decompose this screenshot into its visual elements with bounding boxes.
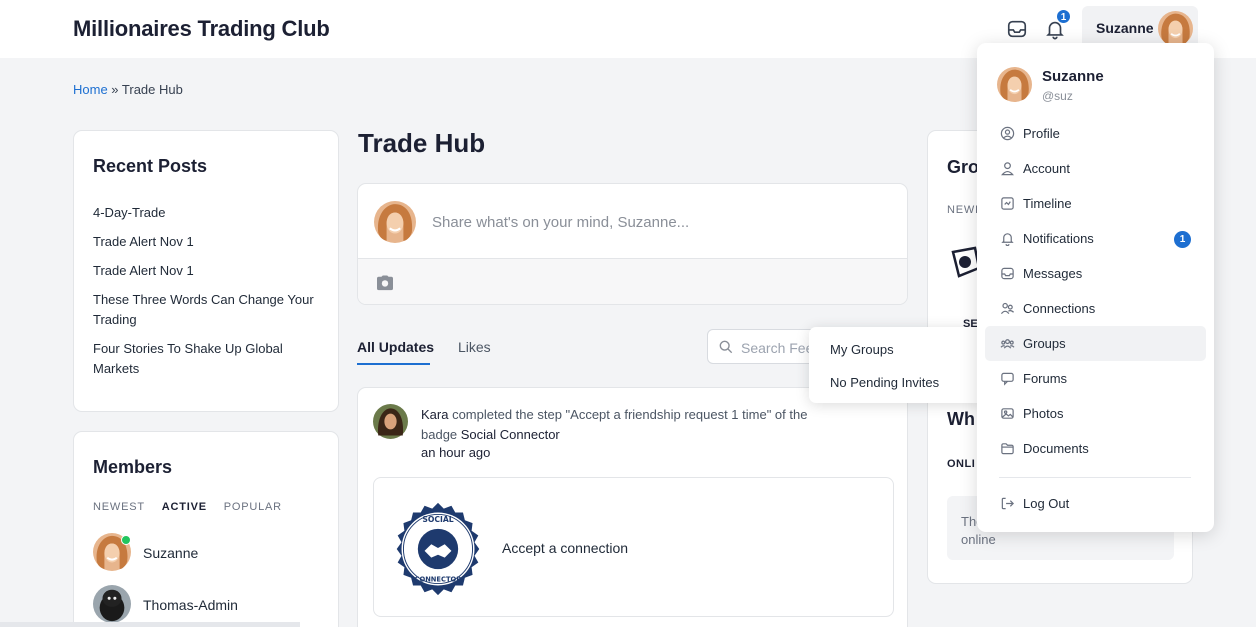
user-dropdown-menu: Suzanne @suz Profile Account Timeline No… — [977, 43, 1214, 532]
menu-divider — [999, 477, 1191, 478]
member-name: Suzanne — [143, 545, 199, 561]
submenu-my-groups[interactable]: My Groups — [830, 342, 894, 357]
members-widget: Members NEWEST ACTIVE POPULAR Suzanne Th… — [73, 431, 339, 627]
menu-item-logout[interactable]: Log Out — [985, 486, 1206, 521]
recent-post-link[interactable]: These Three Words Can Change Your Tradin… — [93, 290, 325, 330]
composer-toolbar — [358, 258, 907, 304]
submenu-pending-invites[interactable]: No Pending Invites — [830, 375, 939, 390]
breadcrumb: Home » Trade Hub — [73, 82, 183, 97]
avatar — [1158, 11, 1193, 46]
members-title: Members — [93, 457, 173, 477]
timeline-icon — [1001, 197, 1014, 210]
breadcrumb-current: Trade Hub — [121, 82, 183, 97]
post-composer[interactable]: Share what's on your mind, Suzanne... — [357, 183, 908, 305]
menu-item-label: Profile — [1023, 126, 1060, 141]
page-title: Trade Hub — [358, 128, 486, 158]
groups-submenu: My Groups No Pending Invites — [809, 327, 986, 403]
menu-item-photos[interactable]: Photos — [985, 396, 1206, 431]
whos-online-title: Wh — [947, 409, 975, 429]
bell-icon — [1001, 233, 1014, 246]
inbox-icon[interactable] — [1006, 18, 1028, 40]
menu-item-groups[interactable]: Groups — [985, 326, 1206, 361]
breadcrumb-home-link[interactable]: Home — [73, 82, 108, 97]
activity-user-link[interactable]: Kara — [421, 407, 448, 422]
breadcrumb-separator: » — [107, 82, 122, 97]
camera-icon[interactable] — [376, 275, 394, 291]
member-item[interactable]: Suzanne — [93, 533, 323, 573]
recent-posts-list: 4-Day-Trade Trade Alert Nov 1 Trade Aler… — [93, 203, 325, 388]
groups-widget-title: Gro — [947, 157, 980, 177]
search-icon — [719, 340, 733, 354]
recent-post-link[interactable]: 4-Day-Trade — [93, 203, 325, 223]
avatar — [374, 201, 416, 243]
badge-label[interactable]: Accept a connection — [502, 540, 628, 556]
menu-item-label: Log Out — [1023, 496, 1070, 511]
scroll-edge — [0, 622, 300, 627]
online-tab[interactable]: ONLI — [947, 458, 975, 470]
user-circle-icon — [1000, 126, 1015, 141]
members-tab-popular[interactable]: POPULAR — [224, 501, 282, 513]
recent-posts-widget: Recent Posts 4-Day-Trade Trade Alert Nov… — [73, 130, 339, 412]
recent-post-link[interactable]: Trade Alert Nov 1 — [93, 261, 325, 281]
menu-item-label: Photos — [1023, 406, 1064, 421]
chat-icon — [1001, 372, 1014, 386]
avatar[interactable] — [373, 404, 408, 439]
menu-item-label: Notifications — [1023, 231, 1094, 246]
menu-item-connections[interactable]: Connections — [985, 291, 1206, 326]
menu-item-label: Timeline — [1023, 196, 1072, 211]
badge-ring-text-top: SOCIAL — [422, 515, 453, 524]
site-title[interactable]: Millionaires Trading Club — [73, 16, 330, 42]
menu-user-name[interactable]: Suzanne — [1042, 68, 1104, 85]
activity-badge-link[interactable]: Social Connector — [461, 427, 560, 442]
member-name: Thomas-Admin — [143, 597, 238, 613]
groups-icon — [1000, 339, 1015, 349]
notifications-count-badge: 1 — [1174, 231, 1191, 248]
recent-post-link[interactable]: Four Stories To Shake Up Global Markets — [93, 339, 325, 379]
connections-icon — [1000, 302, 1014, 315]
social-connector-badge-icon: SOCIAL CONNECTOR — [396, 502, 480, 596]
logout-icon — [1001, 497, 1014, 510]
members-tab-active[interactable]: ACTIVE — [162, 501, 207, 513]
recent-post-link[interactable]: Trade Alert Nov 1 — [93, 232, 325, 252]
tab-all-updates[interactable]: All Updates — [357, 339, 434, 355]
avatar[interactable] — [997, 67, 1032, 102]
menu-item-profile[interactable]: Profile — [985, 116, 1206, 151]
menu-item-messages[interactable]: Messages — [985, 256, 1206, 291]
menu-item-label: Connections — [1023, 301, 1096, 316]
menu-user-handle: @suz — [1042, 89, 1073, 103]
menu-item-notifications[interactable]: Notifications 1 — [985, 221, 1206, 256]
user-name: Suzanne — [1096, 20, 1154, 36]
user-icon — [1001, 162, 1014, 176]
member-item[interactable]: Thomas-Admin — [93, 585, 323, 625]
image-icon — [1001, 408, 1014, 419]
activity-text: Kara completed the step "Accept a friend… — [421, 405, 831, 445]
menu-item-timeline[interactable]: Timeline — [985, 186, 1206, 221]
menu-item-label: Messages — [1023, 266, 1083, 281]
members-tab-newest[interactable]: NEWEST — [93, 501, 145, 513]
members-tabs: NEWEST ACTIVE POPULAR — [93, 501, 295, 513]
badge-card: SOCIAL CONNECTOR Accept a connection — [373, 477, 894, 617]
notification-count-badge: 1 — [1056, 9, 1071, 24]
menu-item-label: Forums — [1023, 371, 1068, 386]
badge-ring-text-bottom: CONNECTOR — [415, 576, 463, 584]
menu-item-account[interactable]: Account — [985, 151, 1206, 186]
online-status-dot — [121, 535, 131, 545]
active-tab-indicator — [357, 363, 430, 365]
recent-posts-title: Recent Posts — [93, 156, 208, 176]
composer-input[interactable]: Share what's on your mind, Suzanne... — [432, 214, 689, 231]
inbox-icon — [1001, 267, 1014, 280]
menu-item-documents[interactable]: Documents — [985, 431, 1206, 466]
folder-icon — [1001, 443, 1014, 455]
menu-item-label: Documents — [1023, 441, 1089, 456]
menu-item-label: Account — [1023, 161, 1070, 176]
activity-timestamp[interactable]: an hour ago — [421, 445, 490, 460]
activity-item: Kara completed the step "Accept a friend… — [357, 387, 908, 627]
tab-likes[interactable]: Likes — [458, 339, 491, 355]
avatar — [93, 585, 131, 623]
menu-item-label: Groups — [1023, 336, 1066, 351]
menu-item-forums[interactable]: Forums — [985, 361, 1206, 396]
